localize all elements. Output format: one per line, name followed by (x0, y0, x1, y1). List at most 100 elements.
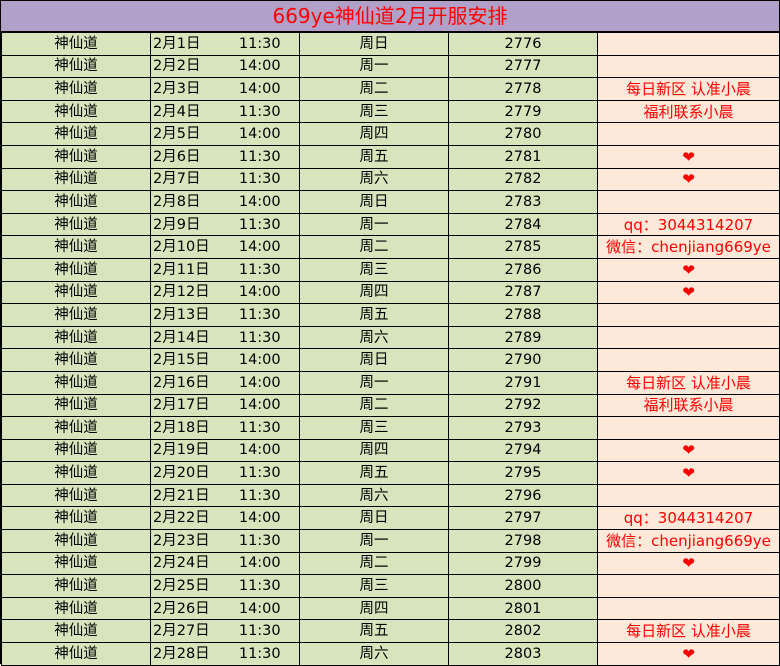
date-cell: 2月1日 (150, 32, 221, 56)
note-cell: 每日新区 认准小晨 (597, 370, 780, 395)
server-number-cell: 2778 (448, 77, 598, 101)
time-cell: 14:00 (220, 348, 300, 372)
server-number-cell: 2799 (448, 551, 598, 576)
game-name-cell: 神仙道 (1, 303, 151, 327)
table-row: 神仙道 2月17日 14:00 周二 2792 福利联系小晨 (1, 393, 780, 418)
weekday-cell: 周五 (299, 144, 449, 169)
note-cell (597, 32, 780, 56)
date-cell: 2月19日 (150, 438, 221, 463)
server-number-cell: 2803 (448, 642, 598, 666)
time-cell: 11:30 (220, 167, 300, 192)
server-number-cell: 2802 (448, 619, 598, 644)
note-cell (597, 190, 780, 214)
game-name-cell: 神仙道 (1, 483, 151, 508)
weekday-cell: 周五 (299, 461, 449, 485)
table-row: 神仙道 2月8日 14:00 周日 2783 (1, 190, 780, 214)
server-number-cell: 2797 (448, 506, 598, 531)
game-name-cell: 神仙道 (1, 461, 151, 485)
table-row: 神仙道 2月2日 14:00 周一 2777 (1, 54, 780, 79)
game-name-cell: 神仙道 (1, 212, 151, 237)
time-cell: 11:30 (220, 642, 300, 666)
weekday-cell: 周日 (299, 348, 449, 372)
server-number-cell: 2798 (448, 529, 598, 553)
weekday-cell: 周四 (299, 438, 449, 463)
game-name-cell: 神仙道 (1, 32, 151, 56)
game-name-cell: 神仙道 (1, 393, 151, 418)
game-name-cell: 神仙道 (1, 596, 151, 621)
date-cell: 2月26日 (150, 596, 221, 621)
table-row: 神仙道 2月22日 14:00 周日 2797 qq：3044314207 (1, 506, 780, 531)
note-cell: 福利联系小晨 (597, 99, 780, 124)
server-number-cell: 2792 (448, 393, 598, 418)
game-name-cell: 神仙道 (1, 167, 151, 192)
note-cell (597, 303, 780, 327)
heart-icon: ❤ (597, 551, 780, 576)
server-number-cell: 2800 (448, 574, 598, 598)
game-name-cell: 神仙道 (1, 370, 151, 395)
weekday-cell: 周三 (299, 257, 449, 282)
time-cell: 11:30 (220, 461, 300, 485)
server-number-cell: 2789 (448, 325, 598, 350)
date-cell: 2月25日 (150, 574, 221, 598)
weekday-cell: 周一 (299, 529, 449, 553)
server-number-cell: 2777 (448, 54, 598, 79)
game-name-cell: 神仙道 (1, 438, 151, 463)
date-cell: 2月6日 (150, 144, 221, 169)
weekday-cell: 周三 (299, 574, 449, 598)
time-cell: 14:00 (220, 235, 300, 259)
server-number-cell: 2795 (448, 461, 598, 485)
game-name-cell: 神仙道 (1, 416, 151, 440)
note-cell: qq：3044314207 (597, 506, 780, 531)
table-row: 神仙道 2月16日 14:00 周一 2791 每日新区 认准小晨 (1, 370, 780, 395)
server-number-cell: 2788 (448, 303, 598, 327)
weekday-cell: 周二 (299, 235, 449, 259)
table-row: 神仙道 2月15日 14:00 周日 2790 (1, 348, 780, 372)
table-row: 神仙道 2月10日 14:00 周二 2785 微信：chenjiang669ye (1, 235, 780, 259)
game-name-cell: 神仙道 (1, 235, 151, 259)
table-row: 神仙道 2月14日 11:30 周六 2789 (1, 325, 780, 350)
weekday-cell: 周五 (299, 619, 449, 644)
time-cell: 11:30 (220, 212, 300, 237)
schedule-rows: 神仙道 2月1日 11:30 周日 2776 神仙道 2月2日 14:00 周一 2777 神仙道 2… (1, 32, 780, 666)
game-name-cell: 神仙道 (1, 122, 151, 146)
server-number-cell: 2796 (448, 483, 598, 508)
time-cell: 11:30 (220, 619, 300, 644)
date-cell: 2月16日 (150, 370, 221, 395)
table-row: 神仙道 2月20日 11:30 周五 2795 ❤ (1, 461, 780, 485)
date-cell: 2月5日 (150, 122, 221, 146)
weekday-cell: 周日 (299, 506, 449, 531)
weekday-cell: 周五 (299, 303, 449, 327)
heart-icon: ❤ (597, 438, 780, 463)
game-name-cell: 神仙道 (1, 77, 151, 101)
server-number-cell: 2785 (448, 235, 598, 259)
game-name-cell: 神仙道 (1, 619, 151, 644)
date-cell: 2月7日 (150, 167, 221, 192)
weekday-cell: 周六 (299, 167, 449, 192)
note-cell (597, 416, 780, 440)
schedule-sheet: 669ye神仙道2月开服安排 神仙道 2月1日 11:30 周日 2776 神仙道 2月2日… (0, 0, 780, 666)
weekday-cell: 周三 (299, 99, 449, 124)
game-name-cell: 神仙道 (1, 506, 151, 531)
server-number-cell: 2791 (448, 370, 598, 395)
table-row: 神仙道 2月3日 14:00 周二 2778 每日新区 认准小晨 (1, 77, 780, 101)
time-cell: 11:30 (220, 257, 300, 282)
time-cell: 14:00 (220, 596, 300, 621)
heart-icon: ❤ (597, 257, 780, 282)
weekday-cell: 周日 (299, 32, 449, 56)
game-name-cell: 神仙道 (1, 54, 151, 79)
server-number-cell: 2776 (448, 32, 598, 56)
time-cell: 14:00 (220, 393, 300, 418)
date-cell: 2月23日 (150, 529, 221, 553)
note-cell (597, 325, 780, 350)
game-name-cell: 神仙道 (1, 642, 151, 666)
time-cell: 11:30 (220, 325, 300, 350)
weekday-cell: 周四 (299, 122, 449, 146)
heart-icon: ❤ (597, 642, 780, 666)
sheet-title: 669ye神仙道2月开服安排 (1, 1, 779, 31)
table-row: 神仙道 2月23日 11:30 周一 2798 微信：chenjiang669ye (1, 529, 780, 553)
table-row: 神仙道 2月25日 11:30 周三 2800 (1, 574, 780, 598)
table-row: 神仙道 2月24日 14:00 周二 2799 ❤ (1, 551, 780, 576)
weekday-cell: 周四 (299, 596, 449, 621)
heart-icon: ❤ (597, 280, 780, 305)
server-number-cell: 2790 (448, 348, 598, 372)
